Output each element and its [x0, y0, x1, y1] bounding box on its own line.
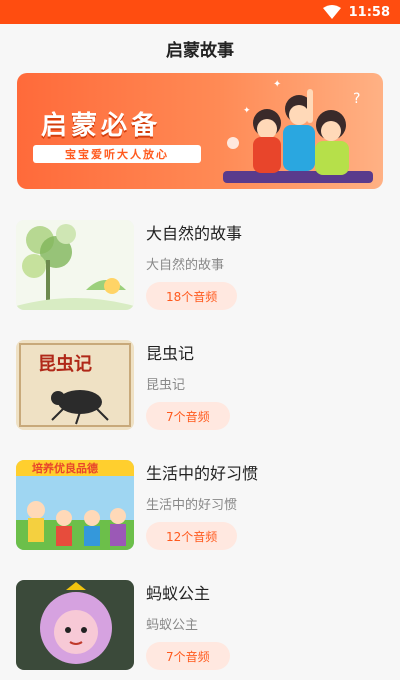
ant-princess-cartoon: [16, 580, 134, 670]
story-title: 昆虫记: [146, 344, 195, 363]
story-title: 蚂蚁公主: [146, 584, 211, 603]
story-item[interactable]: 蚂蚁公主 蚂蚁公主 7个音频: [0, 560, 400, 680]
story-item[interactable]: 培养优良品德 生活中的好习惯 生活中的好习惯 12个音频: [0, 440, 400, 560]
story-subtitle: 蚂蚁公主: [146, 618, 199, 633]
wifi-icon: [322, 5, 341, 19]
promo-banner[interactable]: 启蒙必备 宝宝爱听大人放心 ✦ ? ✦: [17, 73, 383, 189]
audio-count-badge: 12个音频: [146, 522, 238, 550]
story-thumbnail: [16, 580, 134, 670]
story-subtitle: 生活中的好习惯: [146, 498, 238, 513]
banner-headline: 启蒙必备: [41, 111, 162, 141]
story-item[interactable]: 昆虫记 昆虫记 昆虫记 7个音频: [0, 320, 400, 440]
svg-text:?: ?: [353, 91, 360, 107]
audio-count-badge: 18个音频: [146, 282, 238, 310]
nature-illustration: [16, 220, 134, 310]
story-thumbnail: 培养优良品德: [16, 460, 134, 550]
status-time: 11:58: [348, 4, 390, 20]
story-subtitle: 大自然的故事: [146, 258, 225, 273]
story-thumbnail: [16, 220, 134, 310]
audio-count-badge: 7个音频: [146, 642, 230, 670]
svg-text:✦: ✦: [273, 79, 281, 90]
thumbnail-caption: 昆虫记: [38, 354, 92, 375]
story-thumbnail: 昆虫记: [16, 340, 134, 430]
children-illustration: ✦ ? ✦: [223, 79, 373, 183]
story-title: 生活中的好习惯: [146, 464, 259, 483]
story-subtitle: 昆虫记: [146, 378, 186, 393]
status-bar: 11:58: [0, 0, 400, 24]
svg-text:✦: ✦: [243, 106, 251, 116]
audio-count-badge: 7个音频: [146, 402, 230, 430]
page-header: 启蒙故事: [0, 24, 400, 72]
banner-slogan-box: 宝宝爱听大人放心: [33, 145, 201, 163]
banner-slogan: 宝宝爱听大人放心: [65, 148, 169, 161]
page-title: 启蒙故事: [166, 40, 234, 61]
story-item[interactable]: 大自然的故事 大自然的故事 18个音频: [0, 200, 400, 320]
thumbnail-caption: 培养优良品德: [32, 462, 98, 475]
story-title: 大自然的故事: [146, 224, 243, 243]
